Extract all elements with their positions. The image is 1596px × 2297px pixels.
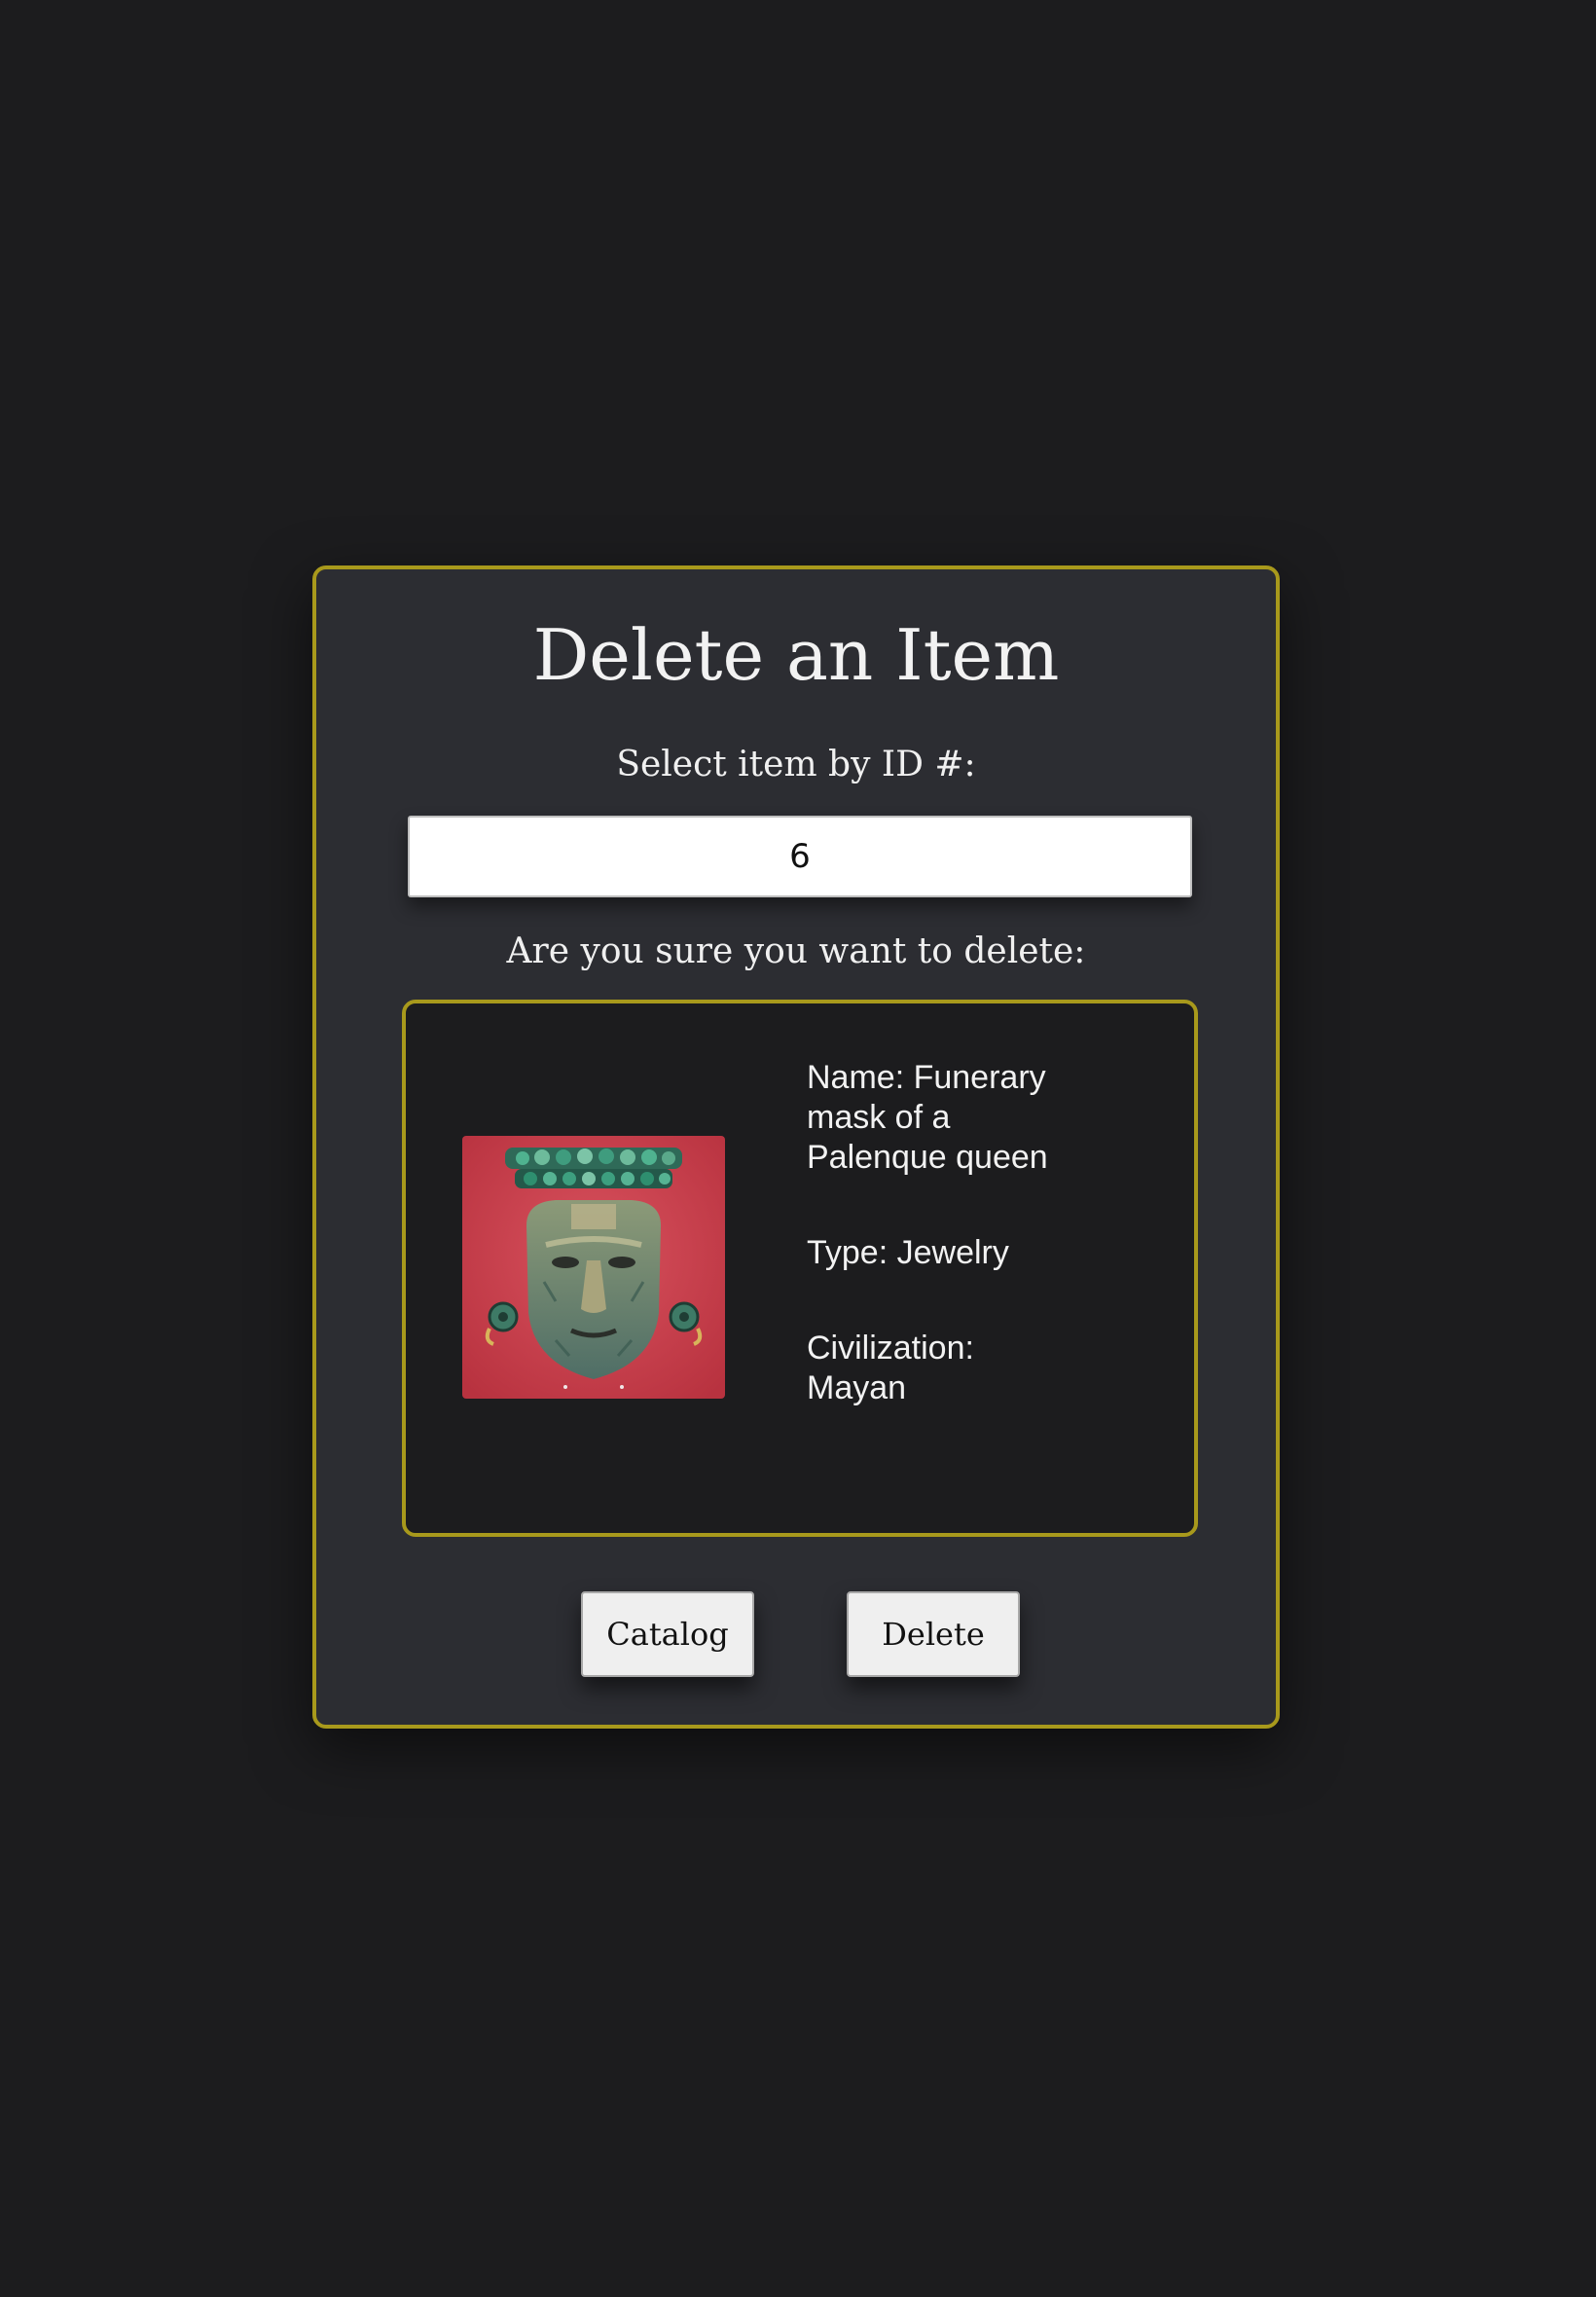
item-details: Name: Funerary mask of a Palenque queen … [807,1058,1060,1408]
item-civilization: Civilization: Mayan [807,1330,974,1406]
item-type: Type: Jewelry [807,1234,1009,1271]
select-id-label: Select item by ID #: [616,745,976,784]
catalog-button[interactable]: Catalog [581,1591,754,1677]
funerary-mask-image [462,1136,725,1399]
delete-item-card: Delete an Item Select item by ID #: Are … [312,565,1280,1729]
item-image [462,1136,725,1399]
item-name: Name: Funerary mask of a Palenque queen [807,1059,1048,1176]
page-title: Delete an Item [532,614,1060,696]
delete-button[interactable]: Delete [847,1591,1020,1677]
item-preview-panel: Name: Funerary mask of a Palenque queen … [402,1000,1198,1537]
confirm-delete-label: Are you sure you want to delete: [506,931,1086,971]
item-id-input[interactable] [408,816,1192,897]
